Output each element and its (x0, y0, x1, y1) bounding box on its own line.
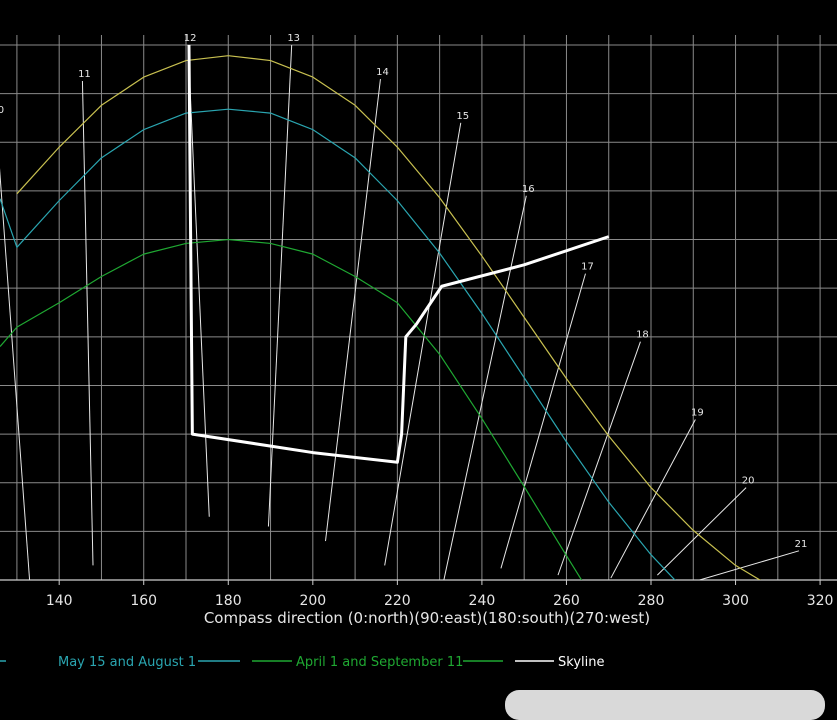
series-line-skyline (187, 44, 610, 464)
x-tick-label: 200 (299, 593, 326, 609)
hour-line-17 (500, 273, 586, 569)
x-tick-label: 140 (46, 593, 73, 609)
hour-label-13: 13 (287, 33, 300, 44)
series-line-june-21 (16, 55, 762, 580)
hour-label-18: 18 (636, 330, 649, 341)
hour-label-19: 19 (691, 408, 704, 419)
x-axis-ticks: 140 160 180 200 220 240 260 280 300 320 (46, 580, 834, 609)
legend-label-may-15-and-august-1: May 15 and August 1 (58, 655, 196, 670)
legend: May 15 and August 1 April 1 and September… (0, 655, 604, 670)
hour-line-21 (699, 550, 800, 580)
x-tick-label: 260 (553, 593, 580, 609)
hour-lines: 10 11 12 13 14 15 16 17 18 19 20 21 (0, 33, 807, 580)
hour-label-15: 15 (456, 111, 469, 122)
x-tick-label: 240 (469, 593, 496, 609)
hour-label-20: 20 (742, 476, 755, 487)
x-tick-label: 300 (722, 593, 749, 609)
hour-line-10 (0, 167, 31, 580)
hour-label-21: 21 (795, 539, 808, 550)
hour-line-14 (325, 78, 381, 542)
x-tick-label: 220 (384, 593, 411, 609)
hour-line-19 (610, 419, 696, 579)
hour-label-17: 17 (581, 262, 594, 273)
hour-label-16: 16 (522, 184, 535, 195)
x-tick-label: 160 (130, 593, 157, 609)
sun-path-chart: 10 11 12 13 14 15 16 17 18 19 20 21 140 160 180 200 220… (0, 33, 837, 670)
grid-lines (0, 35, 837, 581)
series-line-april-1-and-september-11 (0, 238, 583, 580)
x-tick-label: 280 (638, 593, 665, 609)
hour-label-12: 12 (184, 33, 197, 44)
hour-label-14: 14 (376, 67, 389, 78)
x-tick-label: 320 (807, 593, 834, 609)
hour-label-10: 10 (0, 105, 4, 116)
hour-line-11 (81, 80, 94, 566)
hour-label-11: 11 (78, 69, 91, 80)
scroll-bar[interactable] (505, 690, 825, 720)
legend-label-april-1-and-september-11: April 1 and September 11 (296, 655, 463, 670)
x-tick-label: 180 (215, 593, 242, 609)
hour-line-15 (384, 122, 462, 566)
x-axis-title: Compass direction (0:north)(90:east)(180… (204, 609, 650, 627)
legend-label-skyline: Skyline (558, 655, 604, 670)
series-lines (0, 44, 762, 580)
hour-line-18 (557, 341, 641, 576)
